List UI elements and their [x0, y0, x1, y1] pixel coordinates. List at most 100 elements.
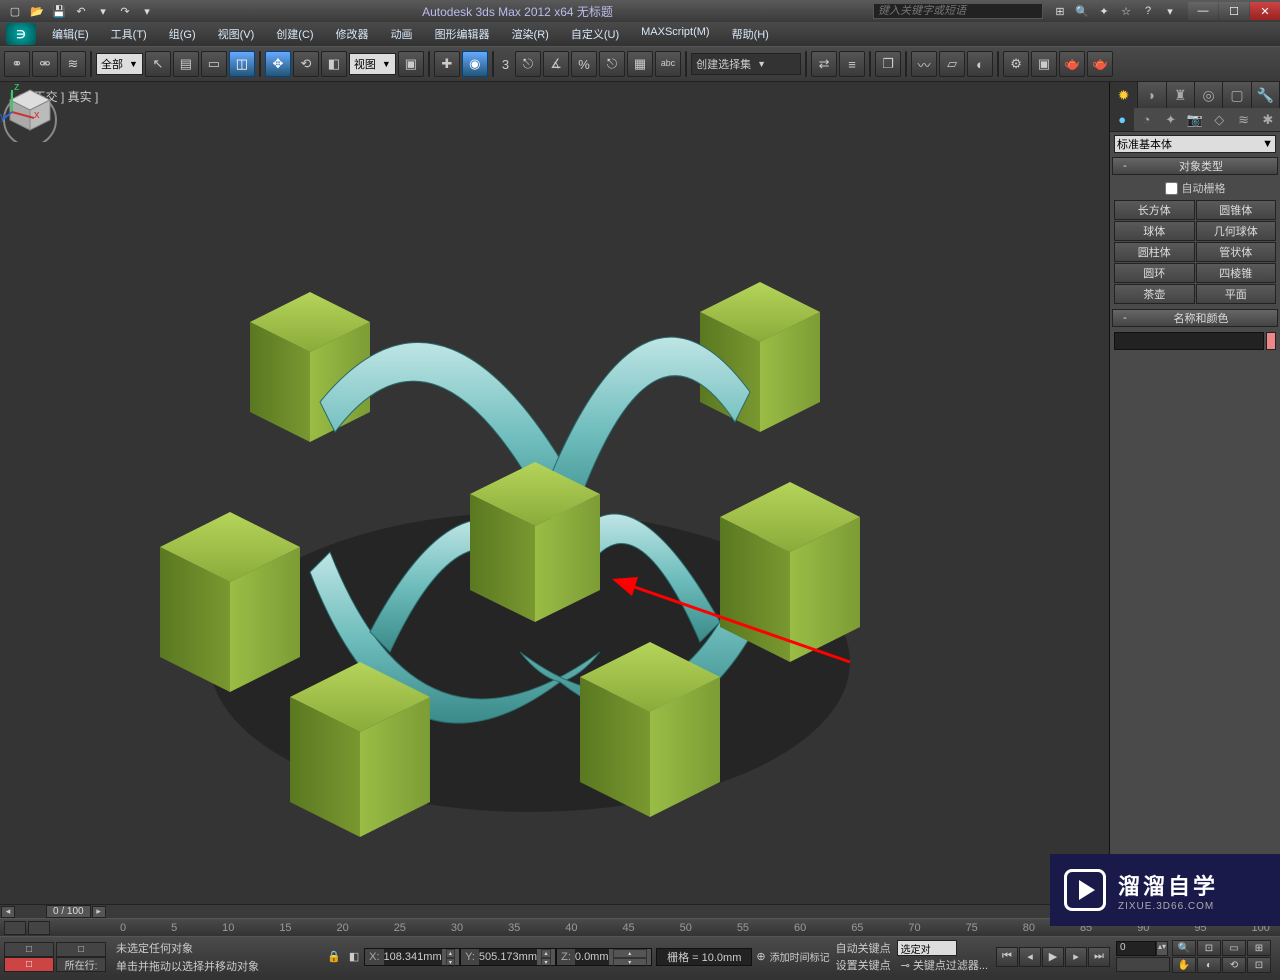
- listener-label[interactable]: 所在行:: [56, 957, 106, 972]
- nav-zoomext-icon[interactable]: ⊞: [1247, 940, 1271, 956]
- menu-views[interactable]: 视图(V): [208, 23, 265, 45]
- autokey-button[interactable]: 自动关键点: [836, 940, 891, 956]
- qat-new-icon[interactable]: ▢: [6, 3, 24, 19]
- menu-tools[interactable]: 工具(T): [101, 23, 157, 45]
- scale-icon[interactable]: ◧: [321, 51, 347, 77]
- render-prod-icon[interactable]: 🫖: [1087, 51, 1113, 77]
- tab-display[interactable]: ▢: [1223, 82, 1251, 108]
- time-right-icon[interactable]: ▸: [92, 906, 106, 918]
- btn-tube[interactable]: 管状体: [1196, 242, 1277, 262]
- select-rect-icon[interactable]: ▭: [201, 51, 227, 77]
- play-end-icon[interactable]: ⏭: [1088, 947, 1110, 967]
- btn-teapot[interactable]: 茶壶: [1114, 284, 1195, 304]
- tab-utilities[interactable]: 🔧: [1252, 82, 1280, 108]
- render-icon[interactable]: 🫖: [1059, 51, 1085, 77]
- nav-walk-icon[interactable]: ◐: [1197, 957, 1221, 973]
- key-icon[interactable]: ⊸: [901, 959, 910, 972]
- manip-icon[interactable]: ✚: [434, 51, 460, 77]
- layers-icon[interactable]: ❐: [875, 51, 901, 77]
- sub-systems-icon[interactable]: ✱: [1256, 108, 1280, 131]
- btn-torus[interactable]: 圆环: [1114, 263, 1195, 283]
- menu-grapheditors[interactable]: 图形编辑器: [425, 23, 500, 45]
- listener-button[interactable]: □: [4, 957, 54, 972]
- isolate-icon[interactable]: ◧: [344, 948, 364, 966]
- render-frame-icon[interactable]: ▣: [1031, 51, 1057, 77]
- edged2-icon[interactable]: ᵃᵇᶜ: [655, 51, 681, 77]
- nav-orbit-icon[interactable]: ⟲: [1222, 957, 1246, 973]
- angle-snap-icon[interactable]: ∡: [543, 51, 569, 77]
- nav-max-icon[interactable]: ⊡: [1247, 957, 1271, 973]
- key-filter[interactable]: 关键点过滤器...: [913, 957, 988, 973]
- menu-create[interactable]: 创建(C): [266, 23, 323, 45]
- addtime-label[interactable]: 添加时间标记: [770, 949, 830, 964]
- curframe[interactable]: 0: [1116, 941, 1156, 956]
- tab-create[interactable]: ✹: [1110, 82, 1138, 108]
- qat-save-icon[interactable]: 💾: [50, 3, 68, 19]
- bind-icon[interactable]: ≋: [60, 51, 86, 77]
- snap-icon[interactable]: ⎋: [515, 51, 541, 77]
- trackbar-curve-icon[interactable]: [4, 921, 26, 935]
- sub-helpers-icon[interactable]: ◇: [1207, 108, 1231, 131]
- pivot-icon[interactable]: ▣: [398, 51, 424, 77]
- sub-lights-icon[interactable]: ✦: [1159, 108, 1183, 131]
- maximize-button[interactable]: ☐: [1219, 2, 1249, 20]
- unlink-icon[interactable]: ⚮: [32, 51, 58, 77]
- close-button[interactable]: ✕: [1250, 2, 1280, 20]
- macro-rec2[interactable]: □: [56, 942, 106, 957]
- curve-editor-icon[interactable]: 〰: [911, 51, 937, 77]
- tab-modify[interactable]: ◗: [1138, 82, 1166, 108]
- help-dd-icon[interactable]: ▾: [1161, 3, 1179, 19]
- play-icon[interactable]: ▶: [1042, 947, 1064, 967]
- mirror-icon[interactable]: ⇄: [811, 51, 837, 77]
- menu-edit[interactable]: 编辑(E): [42, 23, 99, 45]
- btn-pyramid[interactable]: 四棱锥: [1196, 263, 1277, 283]
- search-icon[interactable]: 🔍: [1073, 3, 1091, 19]
- macro-rec[interactable]: □: [4, 942, 54, 957]
- select-icon[interactable]: ↖: [145, 51, 171, 77]
- color-swatch[interactable]: [1266, 332, 1276, 350]
- qat-open-icon[interactable]: 📂: [28, 3, 46, 19]
- sub-geometry-icon[interactable]: ●: [1110, 108, 1134, 131]
- play-prev-icon[interactable]: ◂: [1019, 947, 1041, 967]
- rotate-icon[interactable]: ⟲: [293, 51, 319, 77]
- menu-modifiers[interactable]: 修改器: [326, 23, 379, 45]
- btn-sphere[interactable]: 球体: [1114, 221, 1195, 241]
- time-frame[interactable]: 0 / 100: [46, 905, 91, 918]
- spinner-snap-icon[interactable]: ⎋: [599, 51, 625, 77]
- minimize-button[interactable]: —: [1188, 2, 1218, 20]
- qat-dd1-icon[interactable]: ▾: [94, 3, 112, 19]
- category-dropdown[interactable]: 标准基本体▼: [1114, 135, 1276, 153]
- trackbar-filter-icon[interactable]: [28, 921, 50, 935]
- window-crossing-icon[interactable]: ◫: [229, 51, 255, 77]
- tab-hierarchy[interactable]: ♜: [1167, 82, 1195, 108]
- named-set[interactable]: 创建选择集▼: [691, 53, 801, 75]
- nav-zoom-icon[interactable]: 🔍: [1172, 940, 1196, 956]
- menu-help[interactable]: 帮助(H): [722, 23, 779, 45]
- qat-redo-icon[interactable]: ↷: [116, 3, 134, 19]
- btn-geosphere[interactable]: 几何球体: [1196, 221, 1277, 241]
- setkey-button[interactable]: 设置关键点: [836, 957, 891, 973]
- viewport[interactable]: [ + ] 正交 ] 真实 ]: [0, 82, 1110, 904]
- edged-icon[interactable]: ▦: [627, 51, 653, 77]
- lock-icon[interactable]: 🔒: [324, 948, 344, 966]
- schematic-icon[interactable]: ▱: [939, 51, 965, 77]
- addtime-icon[interactable]: ⊕: [756, 950, 765, 963]
- btn-box[interactable]: 长方体: [1114, 200, 1195, 220]
- menu-customize[interactable]: 自定义(U): [561, 23, 629, 45]
- time-left-icon[interactable]: ◂: [1, 906, 15, 918]
- menu-animation[interactable]: 动画: [381, 23, 423, 45]
- ref-coord[interactable]: 视图▼: [349, 53, 396, 75]
- help-icon[interactable]: ?: [1139, 3, 1157, 19]
- play-start-icon[interactable]: ⏮: [996, 947, 1018, 967]
- play-next-icon[interactable]: ▸: [1065, 947, 1087, 967]
- key-selected[interactable]: 选定对: [897, 940, 957, 956]
- btn-plane[interactable]: 平面: [1196, 284, 1277, 304]
- coord-x[interactable]: X:108.341mm▴▾: [364, 948, 460, 966]
- rollout-object-type[interactable]: -对象类型: [1112, 157, 1278, 175]
- coord-z[interactable]: Z:0.0mm▴▾: [556, 948, 652, 966]
- autogrid-checkbox[interactable]: [1165, 182, 1178, 195]
- material-icon[interactable]: ◐: [967, 51, 993, 77]
- favorite-icon[interactable]: ☆: [1117, 3, 1135, 19]
- btn-cylinder[interactable]: 圆柱体: [1114, 242, 1195, 262]
- percent-snap-icon[interactable]: %: [571, 51, 597, 77]
